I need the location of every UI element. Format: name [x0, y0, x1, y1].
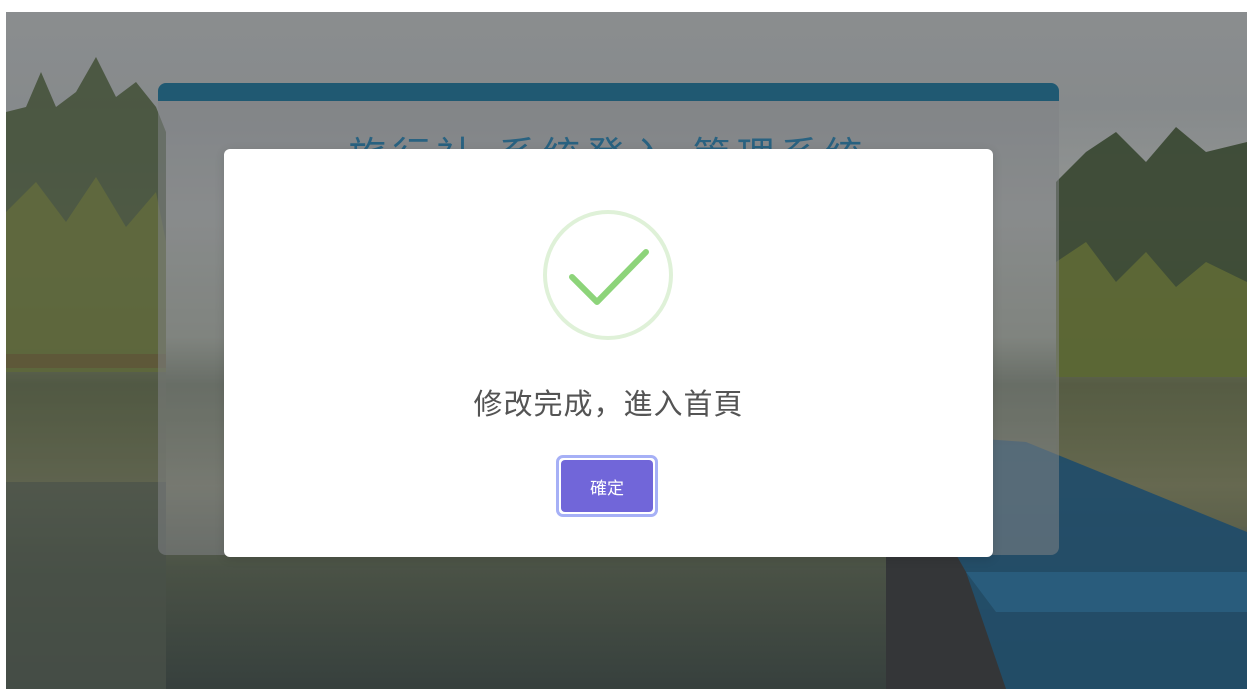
success-dialog: 修改完成，進入首頁 確定: [224, 149, 993, 557]
app-viewport: 旅行社 系統登入 管理系統 修改完成，進入首頁 確定: [6, 12, 1247, 689]
success-check-icon: [543, 210, 673, 340]
confirm-button[interactable]: 確定: [556, 455, 658, 517]
dialog-message: 修改完成，進入首頁: [473, 387, 744, 421]
confirm-button-label: 確定: [561, 460, 653, 512]
